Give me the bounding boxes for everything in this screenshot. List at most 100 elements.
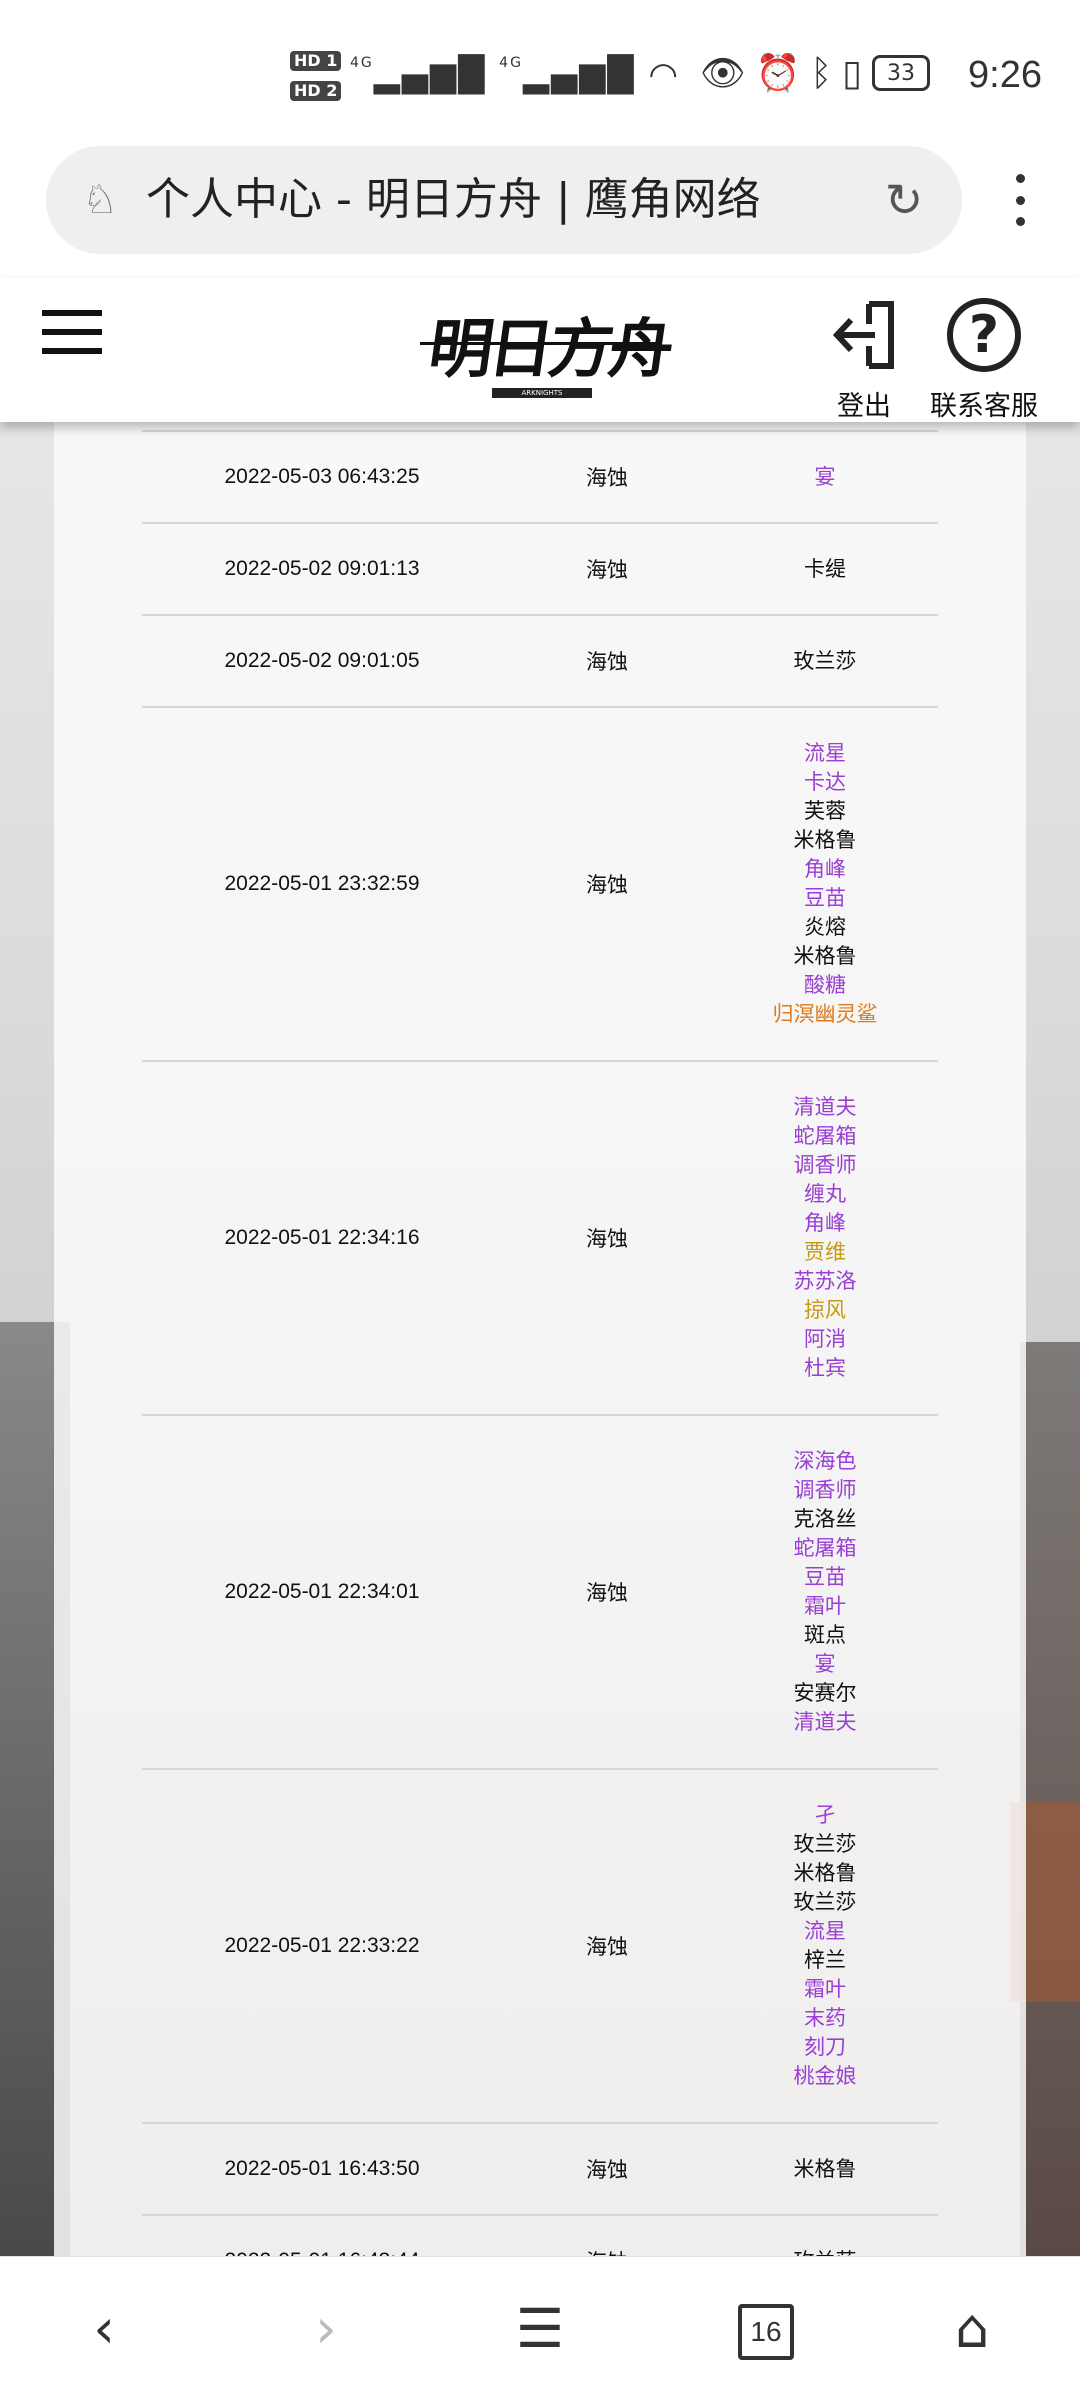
- logout-label: 登出: [837, 391, 891, 422]
- record-operators: 米格鲁: [712, 2155, 938, 2184]
- operator-name: 阿消: [804, 1327, 846, 1351]
- site-favicon-icon: ♘: [82, 177, 118, 223]
- record-time: 2022-05-01 16:43:50: [224, 2157, 420, 2180]
- operator-name: 玫兰莎: [712, 2247, 938, 2257]
- record-time: 2022-05-03 06:43:25: [224, 465, 420, 488]
- record-row: 2022-05-02 09:01:13 海蚀 卡缇: [142, 524, 938, 616]
- operator-name: 苏苏洛: [793, 1269, 857, 1293]
- more-options-icon[interactable]: [1000, 170, 1040, 230]
- clock: 9:26: [968, 54, 1042, 96]
- operator-name: 桃金娘: [793, 2064, 857, 2088]
- record-operators: 孑玫兰莎 米格鲁 玫兰莎 流星 梓兰 霜叶 末药 刻刀 桃金娘: [712, 1801, 938, 2091]
- tabs-count: 16: [738, 2304, 794, 2361]
- record-time: 2022-05-02 09:01:05: [224, 649, 420, 672]
- gacha-records-table: 2022-05-03 06:43:25 海蚀宴 2022-05-02 09:01:1…: [142, 430, 938, 2256]
- record-time: 2022-05-01 22:33:22: [224, 1934, 420, 1957]
- record-time: 2022-05-01 23:32:59: [224, 872, 420, 895]
- operator-name: 安赛尔: [793, 1681, 857, 1705]
- operator-name: 末药: [804, 2006, 846, 2030]
- record-pool: 海蚀: [586, 2158, 628, 2182]
- record-pool: 海蚀: [586, 1935, 628, 1959]
- battery-icon: 33: [871, 55, 930, 91]
- record-row: 2022-05-01 22:34:01 海蚀 深海色 调香师 克洛丝 蛇屠箱 豆苗 霜叶 斑点宴…: [142, 1416, 938, 1770]
- operator-name: 归溟幽灵鲨: [772, 1002, 878, 1026]
- operator-name: 蛇屠箱: [793, 1124, 857, 1148]
- operator-name: 宴: [814, 1652, 836, 1676]
- arknights-logo[interactable]: 明日方舟 ARKNIGHTS: [420, 292, 674, 402]
- eye-icon: 👁: [700, 53, 746, 94]
- operator-name: 调香师: [793, 1478, 857, 1502]
- operator-name: 角峰: [804, 1211, 846, 1235]
- operator-name: 卡达: [804, 770, 846, 794]
- sim2-badge: HD 2: [290, 81, 342, 101]
- page-title[interactable]: 个人中心 - 明日方舟 | 鹰角网络: [146, 174, 761, 226]
- operator-name: 玫兰莎: [793, 648, 857, 673]
- operator-name: 清道夫: [793, 1710, 857, 1734]
- record-pool: 海蚀: [502, 2246, 712, 2256]
- record-pool: 海蚀: [586, 873, 628, 897]
- record-time: 2022-05-01 22:34:16: [224, 1226, 420, 1249]
- logout-button[interactable]: 登出: [824, 298, 904, 423]
- operator-name: 酸糖: [804, 973, 846, 997]
- reload-icon[interactable]: ↻: [876, 172, 932, 228]
- record-time: 2022-05-02 09:01:13: [224, 557, 420, 580]
- operator-name: 孑: [814, 1803, 836, 1827]
- logo-subtitle: ARKNIGHTS: [492, 388, 592, 398]
- record-operators: 宴: [712, 463, 938, 492]
- record-pool: 海蚀: [586, 1227, 628, 1251]
- site-header: 明日方舟 ARKNIGHTS 登出 ? 联系客服: [0, 278, 1080, 422]
- record-pool: 海蚀: [586, 1581, 628, 1605]
- hamburger-menu-icon[interactable]: [42, 310, 102, 354]
- menu-icon[interactable]: ☰: [498, 2287, 582, 2371]
- record-pool: 海蚀: [586, 558, 628, 582]
- gacha-records-card: 2022-05-03 06:43:25 海蚀宴 2022-05-02 09:01:1…: [54, 422, 1026, 2256]
- operator-name: 梓兰: [804, 1948, 846, 1972]
- browser-bottom-nav: ‹ › ☰ 16 ⌂: [0, 2256, 1080, 2401]
- status-bar: HD 1 HD 2 4G▂▄▆█ 4G▂▄▆█ ◠ 👁 ⏰ ᛒ ▯ 33 9:2…: [0, 0, 1080, 140]
- record-row: 2022-05-01 22:33:22 海蚀孑玫兰莎 米格鲁 玫兰莎 流星 梓兰 霜叶 末药刻…: [142, 1770, 938, 2124]
- operator-name: 克洛丝: [793, 1507, 857, 1531]
- operator-name: 米格鲁: [793, 1861, 857, 1885]
- address-bar[interactable]: ♘ 个人中心 - 明日方舟 | 鹰角网络 ↻: [46, 146, 962, 254]
- network-type: 4G: [350, 55, 374, 71]
- operator-name: 炎熔: [804, 915, 846, 939]
- tabs-button[interactable]: 16: [724, 2287, 808, 2371]
- customer-service-button[interactable]: ? 联系客服: [926, 298, 1042, 423]
- operator-name: 玫兰莎: [793, 1832, 857, 1856]
- operator-name: 掠风: [804, 1298, 846, 1322]
- operator-name: 刻刀: [804, 2035, 846, 2059]
- operator-name: 卡缇: [804, 556, 846, 581]
- forward-icon[interactable]: ›: [284, 2287, 368, 2371]
- operator-name: 缠丸: [804, 1182, 846, 1206]
- record-row: 2022-05-03 06:43:25 海蚀 宴: [142, 430, 938, 524]
- record-row: 2022-05-01 16:43:50 海蚀 米格鲁: [142, 2124, 938, 2216]
- record-time: 2022-05-01 22:34:01: [224, 1580, 420, 1603]
- sim1-badge: HD 1: [290, 51, 342, 71]
- operator-name: 宴: [814, 464, 836, 489]
- record-operators: 卡缇: [712, 555, 938, 584]
- wifi-icon: ◠: [648, 55, 681, 95]
- operator-name: 霜叶: [804, 1977, 846, 2001]
- operator-name: 霜叶: [804, 1594, 846, 1618]
- operator-name: 角峰: [804, 857, 846, 881]
- operator-name: 米格鲁: [793, 828, 857, 852]
- operator-name: 豆苗: [804, 1565, 846, 1589]
- network-type-2: 4G: [499, 55, 523, 71]
- operator-name: 蛇屠箱: [793, 1536, 857, 1560]
- record-operators: 流星 卡达 芙蓉 米格鲁 角峰 豆苗 炎熔 米格鲁 酸糖 归溟幽灵鲨: [712, 739, 938, 1029]
- record-operators: 清道夫 蛇屠箱 调香师 缠丸 角峰 贾维 苏苏洛 掠风 阿消 杜宾: [712, 1093, 938, 1383]
- record-pool: 海蚀: [586, 466, 628, 490]
- record-operators: 玫兰莎: [712, 647, 938, 676]
- operator-name: 杜宾: [804, 1356, 846, 1380]
- operator-name: 芙蓉: [804, 799, 846, 823]
- status-icons: 👁 ⏰ ᛒ ▯ 33: [700, 52, 930, 94]
- record-row: 2022-05-02 09:01:05 海蚀 玫兰莎: [142, 616, 938, 708]
- record-operators: 深海色 调香师 克洛丝 蛇屠箱 豆苗 霜叶 斑点宴安赛尔 清道夫: [712, 1447, 938, 1737]
- operator-name: 斑点: [804, 1623, 846, 1647]
- back-icon[interactable]: ‹: [62, 2287, 146, 2371]
- operator-name: 清道夫: [793, 1095, 857, 1119]
- alarm-icon: ⏰: [755, 53, 801, 94]
- operator-name: 豆苗: [804, 886, 846, 910]
- home-icon[interactable]: ⌂: [930, 2287, 1014, 2371]
- sim-indicators: HD 1 HD 2: [290, 46, 342, 106]
